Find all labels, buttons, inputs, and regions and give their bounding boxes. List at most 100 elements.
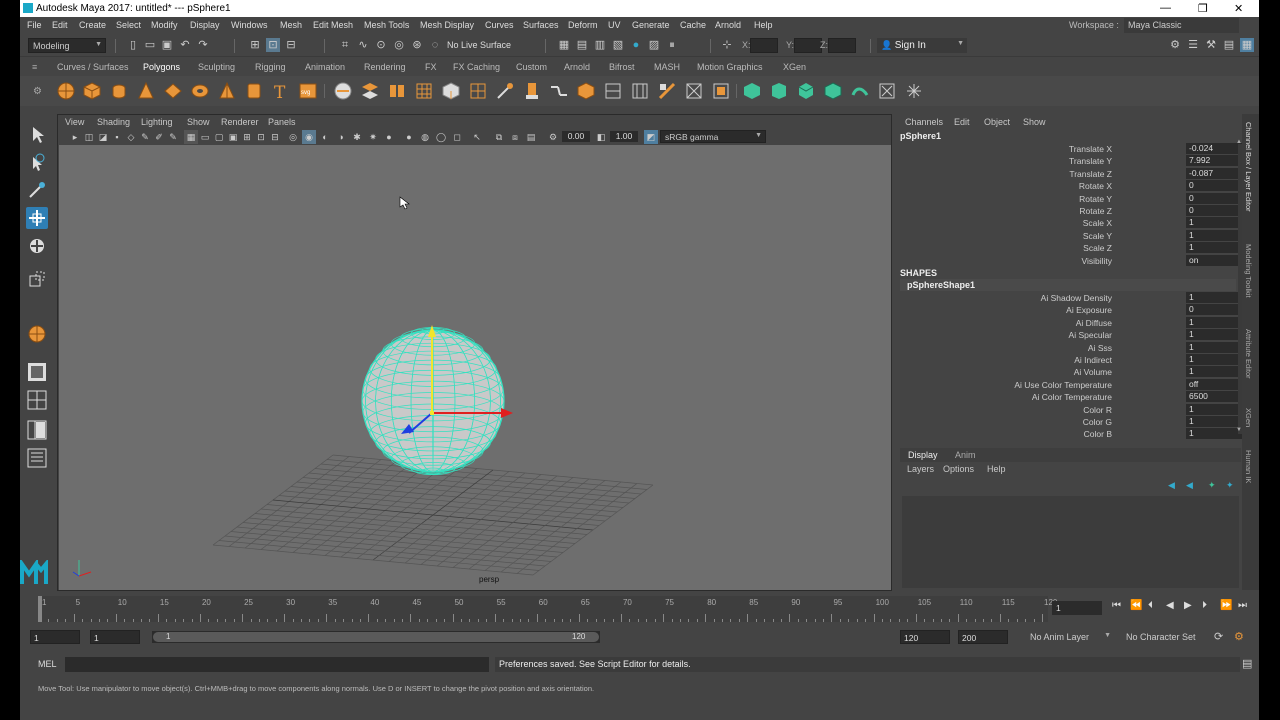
four-view-layout-icon[interactable] — [26, 389, 48, 411]
attr-value-field[interactable]: on — [1186, 254, 1242, 266]
shelf-menu-icon[interactable]: ≡ — [32, 62, 37, 72]
render-view-icon[interactable]: ▦ — [557, 38, 571, 52]
exposure-field[interactable]: 0.00 — [562, 131, 590, 142]
y-input[interactable] — [794, 38, 822, 53]
isolate-select-icon[interactable]: ◻ — [450, 130, 464, 144]
command-input[interactable] — [65, 657, 489, 672]
menu-generate[interactable]: Generate — [632, 20, 670, 30]
smooth-icon[interactable] — [387, 81, 407, 101]
select-tool-icon[interactable] — [26, 124, 48, 146]
shelf-options-icon[interactable]: ⚙ — [33, 86, 42, 97]
menu-select[interactable]: Select — [116, 20, 141, 30]
shelf-tab-animation[interactable]: Animation — [305, 62, 345, 72]
manipulator-center[interactable] — [430, 411, 434, 415]
grid-toggle-icon[interactable]: ▦ — [184, 130, 198, 144]
poly-prism-icon[interactable] — [217, 81, 237, 101]
wireframe-icon[interactable]: ◎ — [286, 130, 300, 144]
new-scene-icon[interactable]: ▯ — [126, 38, 140, 52]
play-forwards-icon[interactable]: ▶ — [1184, 600, 1192, 611]
attr-value-field[interactable]: 7.992 — [1186, 155, 1242, 167]
character-set-dropdown[interactable]: No Character Set — [1122, 630, 1212, 644]
snap-live-icon[interactable]: ⊛ — [410, 38, 424, 52]
attr-value-field[interactable]: 6500 — [1186, 391, 1242, 403]
attr-label[interactable]: Ai Color Temperature — [1032, 392, 1112, 402]
channel-menu-channels[interactable]: Channels — [905, 117, 943, 127]
attr-value-field[interactable]: -0.087 — [1186, 167, 1242, 179]
ipr-render-icon[interactable]: ▥ — [593, 38, 607, 52]
snap-view-plane-icon[interactable]: ◎ — [392, 38, 406, 52]
layer-list[interactable] — [902, 496, 1239, 588]
attr-label[interactable]: Visibility — [1081, 256, 1112, 266]
tab-display[interactable]: Display — [908, 450, 938, 460]
open-scene-icon[interactable]: ▭ — [143, 38, 157, 52]
modeling-toolkit-toggle-icon[interactable]: ⚙ — [1168, 38, 1182, 52]
menu-edit[interactable]: Edit — [52, 20, 68, 30]
attr-label[interactable]: Translate Z — [1069, 169, 1112, 179]
shelf-tab-sculpting[interactable]: Sculpting — [198, 62, 235, 72]
menu-windows[interactable]: Windows — [231, 20, 268, 30]
uv-cut-sew-icon[interactable] — [904, 81, 924, 101]
tab-human-ik[interactable]: Human IK — [1244, 450, 1253, 483]
poly-pipe-icon[interactable] — [244, 81, 264, 101]
panel-menu-renderer[interactable]: Renderer — [221, 117, 259, 127]
gamma-icon[interactable]: ◧ — [594, 130, 608, 144]
attr-label[interactable]: Ai Use Color Temperature — [1014, 380, 1112, 390]
anim-layer-dropdown[interactable]: No Anim Layer ▼ — [1016, 630, 1114, 644]
menu-modify[interactable]: Modify — [151, 20, 178, 30]
anti-alias-icon[interactable]: ◍ — [418, 130, 432, 144]
menu-arnold[interactable]: Arnold — [715, 20, 741, 30]
poly-cone-icon[interactable] — [136, 81, 156, 101]
persp-outliner-layout-icon[interactable] — [26, 419, 48, 441]
attr-label[interactable]: Scale Y — [1083, 231, 1112, 241]
shelf-tab-bifrost[interactable]: Bifrost — [609, 62, 635, 72]
uv-automatic-icon[interactable] — [823, 81, 843, 101]
attr-value-field[interactable]: 0 — [1186, 192, 1242, 204]
sign-in-dropdown[interactable]: 👤 Sign In ▼ — [877, 38, 967, 53]
timeline-bar[interactable]: 1 5 10 15 20 25 30 35 40 45 50 55 60 65 70 75 80 85 90 95 10… — [38, 596, 1057, 622]
gate-mask-icon[interactable]: ▣ — [226, 130, 240, 144]
select-camera-icon[interactable]: ▸ — [68, 130, 82, 144]
select-component-icon[interactable]: ⊟ — [284, 38, 298, 52]
paint-select-icon[interactable] — [26, 179, 48, 201]
snap-curve-icon[interactable]: ∿ — [356, 38, 370, 52]
menu-cache[interactable]: Cache — [680, 20, 706, 30]
color-space-dropdown[interactable]: sRGB gamma ▼ — [660, 130, 766, 143]
minimize-button[interactable]: — — [1160, 2, 1171, 14]
2d-pan-zoom-icon[interactable]: ◇ — [124, 130, 138, 144]
grease-pencil-icon[interactable]: ✎ — [138, 130, 152, 144]
attr-value-field[interactable]: 1 — [1186, 428, 1242, 440]
x-input[interactable] — [750, 38, 778, 53]
image-plane-icon[interactable]: ▪ — [110, 130, 124, 144]
go-to-end-icon[interactable]: ⏭ — [1238, 600, 1247, 611]
safe-action-icon[interactable]: ⊡ — [254, 130, 268, 144]
tool-settings-toggle-icon[interactable]: ⚒ — [1204, 38, 1218, 52]
attr-label[interactable]: Rotate Y — [1079, 194, 1112, 204]
smooth-shade-icon[interactable]: ◉ — [302, 130, 316, 144]
shape-name-row[interactable]: pSphereShape1 — [900, 279, 1236, 291]
script-language-toggle[interactable]: MEL — [38, 659, 57, 669]
shelf-tab-polygons[interactable]: Polygons — [143, 62, 180, 72]
shelf-tab-motion-graphics[interactable]: Motion Graphics — [697, 62, 763, 72]
xray-joints-icon[interactable]: ⧉ — [492, 130, 506, 144]
attr-value-field[interactable]: off — [1186, 378, 1242, 390]
step-forward-key-icon[interactable]: ⏵ — [1202, 600, 1207, 611]
xray-components-icon[interactable]: ⧈ — [508, 130, 522, 144]
attr-value-field[interactable]: 0 — [1186, 205, 1242, 216]
outliner-layout-icon[interactable] — [26, 447, 48, 469]
xray-icon[interactable]: ↖ — [470, 130, 484, 144]
layer-menu-help[interactable]: Help — [987, 464, 1006, 474]
attr-value-field[interactable]: 1 — [1186, 329, 1242, 341]
gamma-field[interactable]: 1.00 — [610, 131, 638, 142]
grease-toggle-icon[interactable]: ✐ — [152, 130, 166, 144]
motion-blur-icon[interactable]: ● — [402, 130, 416, 144]
attr-label[interactable]: Color B — [1084, 429, 1112, 439]
object-name[interactable]: pSphere1 — [900, 131, 941, 141]
render-sequence-icon[interactable]: ▨ — [647, 38, 661, 52]
poly-sphere-icon[interactable] — [56, 81, 76, 101]
new-layer-selected-icon[interactable]: ✦ — [1226, 480, 1234, 491]
attr-value-field[interactable]: 1 — [1186, 292, 1242, 303]
attr-label[interactable]: Rotate Z — [1079, 206, 1112, 216]
attr-value-field[interactable]: 1 — [1186, 341, 1242, 353]
menu-mesh[interactable]: Mesh — [280, 20, 302, 30]
menu-mesh-display[interactable]: Mesh Display — [420, 20, 474, 30]
